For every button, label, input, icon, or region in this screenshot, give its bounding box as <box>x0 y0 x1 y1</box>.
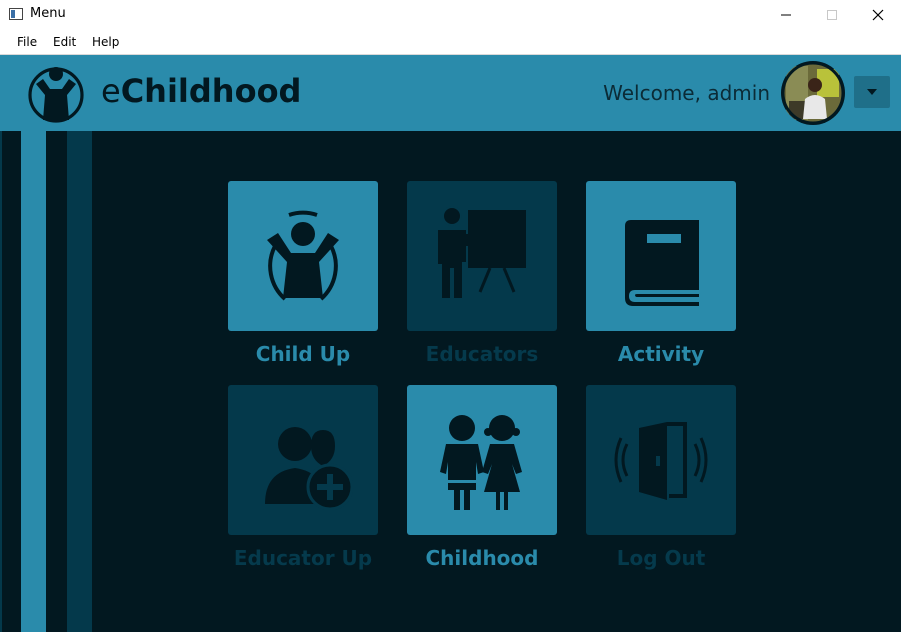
window-title: Menu <box>30 6 66 21</box>
close-icon <box>872 9 884 21</box>
tile-educators-label[interactable]: Educators <box>397 342 567 366</box>
book-icon <box>625 220 699 306</box>
tile-child-up[interactable] <box>228 181 378 331</box>
minimize-button[interactable] <box>763 0 809 30</box>
tile-childhood-label[interactable]: Childhood <box>397 546 567 570</box>
tile-activity[interactable] <box>586 181 736 331</box>
caret-down-icon <box>867 89 877 95</box>
child-up-icon <box>267 210 339 301</box>
close-button[interactable] <box>855 0 901 30</box>
app-window-icon <box>9 8 23 20</box>
decor-stripe-edge <box>0 131 2 632</box>
avatar[interactable] <box>781 61 845 125</box>
tile-log-out[interactable] <box>586 385 736 535</box>
brand-title: eChildhood <box>101 72 301 110</box>
educator-board-icon <box>438 206 526 298</box>
brand-prefix: e <box>101 72 121 110</box>
door-exit-icon <box>614 422 708 500</box>
tile-activity-label[interactable]: Activity <box>576 342 746 366</box>
add-educator-icon <box>265 427 353 510</box>
tile-child-up-label[interactable]: Child Up <box>218 342 388 366</box>
minimize-icon <box>781 14 791 16</box>
tile-childhood[interactable] <box>407 385 557 535</box>
tile-educators[interactable] <box>407 181 557 331</box>
menu-help[interactable]: Help <box>92 35 119 49</box>
maximize-icon <box>827 10 837 20</box>
decor-stripe-1 <box>21 131 46 632</box>
tile-educator-up-label[interactable]: Educator Up <box>218 546 388 570</box>
welcome-text: Welcome, admin <box>603 81 770 105</box>
logo-icon <box>28 67 84 123</box>
user-menu-dropdown[interactable] <box>854 76 890 108</box>
user-photo <box>781 61 845 125</box>
tile-log-out-label[interactable]: Log Out <box>576 546 746 570</box>
tile-educator-up[interactable] <box>228 385 378 535</box>
children-icon <box>440 415 522 510</box>
menu-edit[interactable]: Edit <box>53 35 76 49</box>
window-titlebar: Menu <box>0 0 901 30</box>
menubar: File Edit Help <box>0 30 901 55</box>
menu-file[interactable]: File <box>17 35 37 49</box>
decor-stripe-2 <box>67 131 92 632</box>
maximize-button[interactable] <box>809 0 855 30</box>
brand-name: Childhood <box>120 72 302 110</box>
